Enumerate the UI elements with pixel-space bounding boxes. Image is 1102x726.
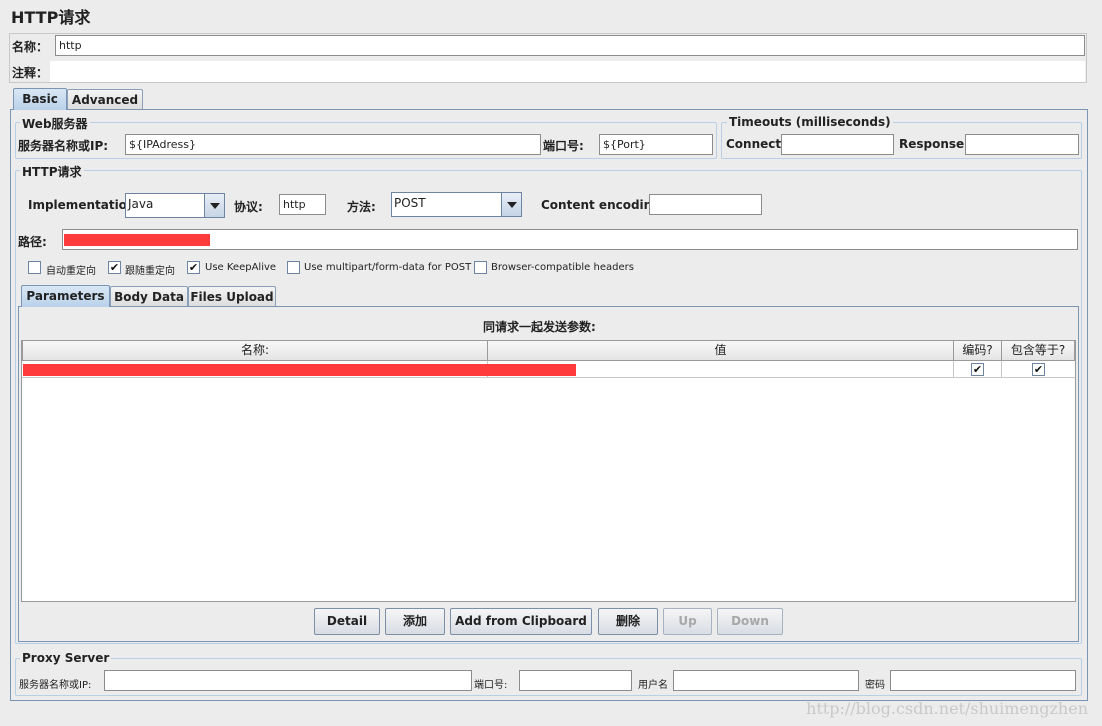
proxy-server-title: Proxy Server xyxy=(20,651,112,665)
cell-divider xyxy=(1001,361,1002,378)
down-button[interactable]: Down xyxy=(717,608,783,635)
response-timeout-label: Response: xyxy=(899,137,969,151)
response-timeout-field[interactable] xyxy=(965,134,1079,155)
proxy-user-field[interactable] xyxy=(673,670,859,691)
proxy-port-label: 端口号: xyxy=(474,680,508,691)
proxy-user-label: 用户名 xyxy=(638,680,668,691)
path-label: 路径: xyxy=(18,235,47,249)
auto-redirect-label: 自动重定向 xyxy=(46,266,96,277)
name-field[interactable]: http xyxy=(55,35,1085,56)
server-host-field[interactable]: ${IPAdress} xyxy=(125,134,541,155)
server-port-label: 端口号: xyxy=(543,139,584,153)
redaction-bar xyxy=(64,234,210,246)
name-label: 名称： xyxy=(12,40,49,54)
row-encode-checkbox[interactable]: ✔ xyxy=(971,363,984,376)
detail-button[interactable]: Detail xyxy=(314,608,380,635)
path-field[interactable] xyxy=(62,229,1078,250)
row-include-equals-checkbox[interactable]: ✔ xyxy=(1032,363,1045,376)
method-value: POST xyxy=(394,196,426,210)
tab-files-upload[interactable]: Files Upload xyxy=(188,286,276,307)
connect-timeout-label: Connect: xyxy=(726,137,786,151)
proxy-host-label: 服务器名称或IP: xyxy=(19,680,92,691)
comment-label: 注释： xyxy=(12,66,49,80)
add-from-clipboard-button[interactable]: Add from Clipboard xyxy=(450,608,592,635)
browser-headers-checkbox[interactable] xyxy=(474,261,487,274)
tab-basic[interactable]: Basic xyxy=(13,88,67,110)
proxy-password-field[interactable] xyxy=(890,670,1076,691)
add-button[interactable]: 添加 xyxy=(385,608,445,635)
keepalive-label: Use KeepAlive xyxy=(205,262,277,273)
column-header-include-equals[interactable]: 包含等于? xyxy=(1001,340,1075,361)
implementation-value: Java xyxy=(128,197,154,211)
protocol-field[interactable]: http xyxy=(279,194,326,215)
delete-button[interactable]: 删除 xyxy=(598,608,658,635)
watermark: http://blog.csdn.net/shuimengzhen xyxy=(806,699,1088,718)
protocol-label: 协议: xyxy=(234,200,263,214)
cell-divider xyxy=(953,361,954,378)
proxy-password-label: 密码 xyxy=(865,680,885,691)
tab-body-data[interactable]: Body Data xyxy=(110,286,188,307)
server-host-label: 服务器名称或IP: xyxy=(18,139,109,153)
params-table xyxy=(21,340,1076,602)
follow-redirect-label: 跟随重定向 xyxy=(125,266,175,277)
column-header-name[interactable]: 名称: xyxy=(22,340,488,361)
chevron-down-icon[interactable] xyxy=(501,193,521,216)
proxy-host-field[interactable] xyxy=(104,670,472,691)
method-select[interactable]: POST xyxy=(391,192,522,217)
multipart-label: Use multipart/form-data for POST xyxy=(304,262,472,273)
server-port-field[interactable]: ${Port} xyxy=(599,134,713,155)
implementation-label: Implementation: xyxy=(28,198,141,212)
connect-timeout-field[interactable] xyxy=(781,134,894,155)
method-label: 方法: xyxy=(347,200,376,214)
redaction-bar xyxy=(23,364,576,376)
keepalive-checkbox[interactable]: ✔ xyxy=(187,261,200,274)
tab-parameters[interactable]: Parameters xyxy=(21,285,110,307)
implementation-select[interactable]: Java xyxy=(125,193,225,218)
params-caption: 同请求一起发送参数: xyxy=(483,320,596,334)
timeouts-title: Timeouts (milliseconds) xyxy=(727,115,893,129)
chevron-down-icon[interactable] xyxy=(204,194,224,217)
encoding-field[interactable] xyxy=(649,194,762,215)
up-button[interactable]: Up xyxy=(663,608,712,635)
comment-field[interactable] xyxy=(50,61,1085,82)
follow-redirect-checkbox[interactable]: ✔ xyxy=(108,261,121,274)
column-header-value[interactable]: 值 xyxy=(487,340,954,361)
page-title: HTTP请求 xyxy=(11,8,91,27)
encoding-label: Content encoding: xyxy=(541,198,666,212)
auto-redirect-checkbox[interactable] xyxy=(28,261,41,274)
http-request-title: HTTP请求 xyxy=(20,163,84,180)
column-header-encode[interactable]: 编码? xyxy=(953,340,1002,361)
multipart-checkbox[interactable] xyxy=(287,261,300,274)
web-server-title: Web服务器 xyxy=(20,115,90,132)
proxy-port-field[interactable] xyxy=(519,670,632,691)
browser-headers-label: Browser-compatible headers xyxy=(491,262,634,273)
tab-advanced[interactable]: Advanced xyxy=(67,89,143,110)
